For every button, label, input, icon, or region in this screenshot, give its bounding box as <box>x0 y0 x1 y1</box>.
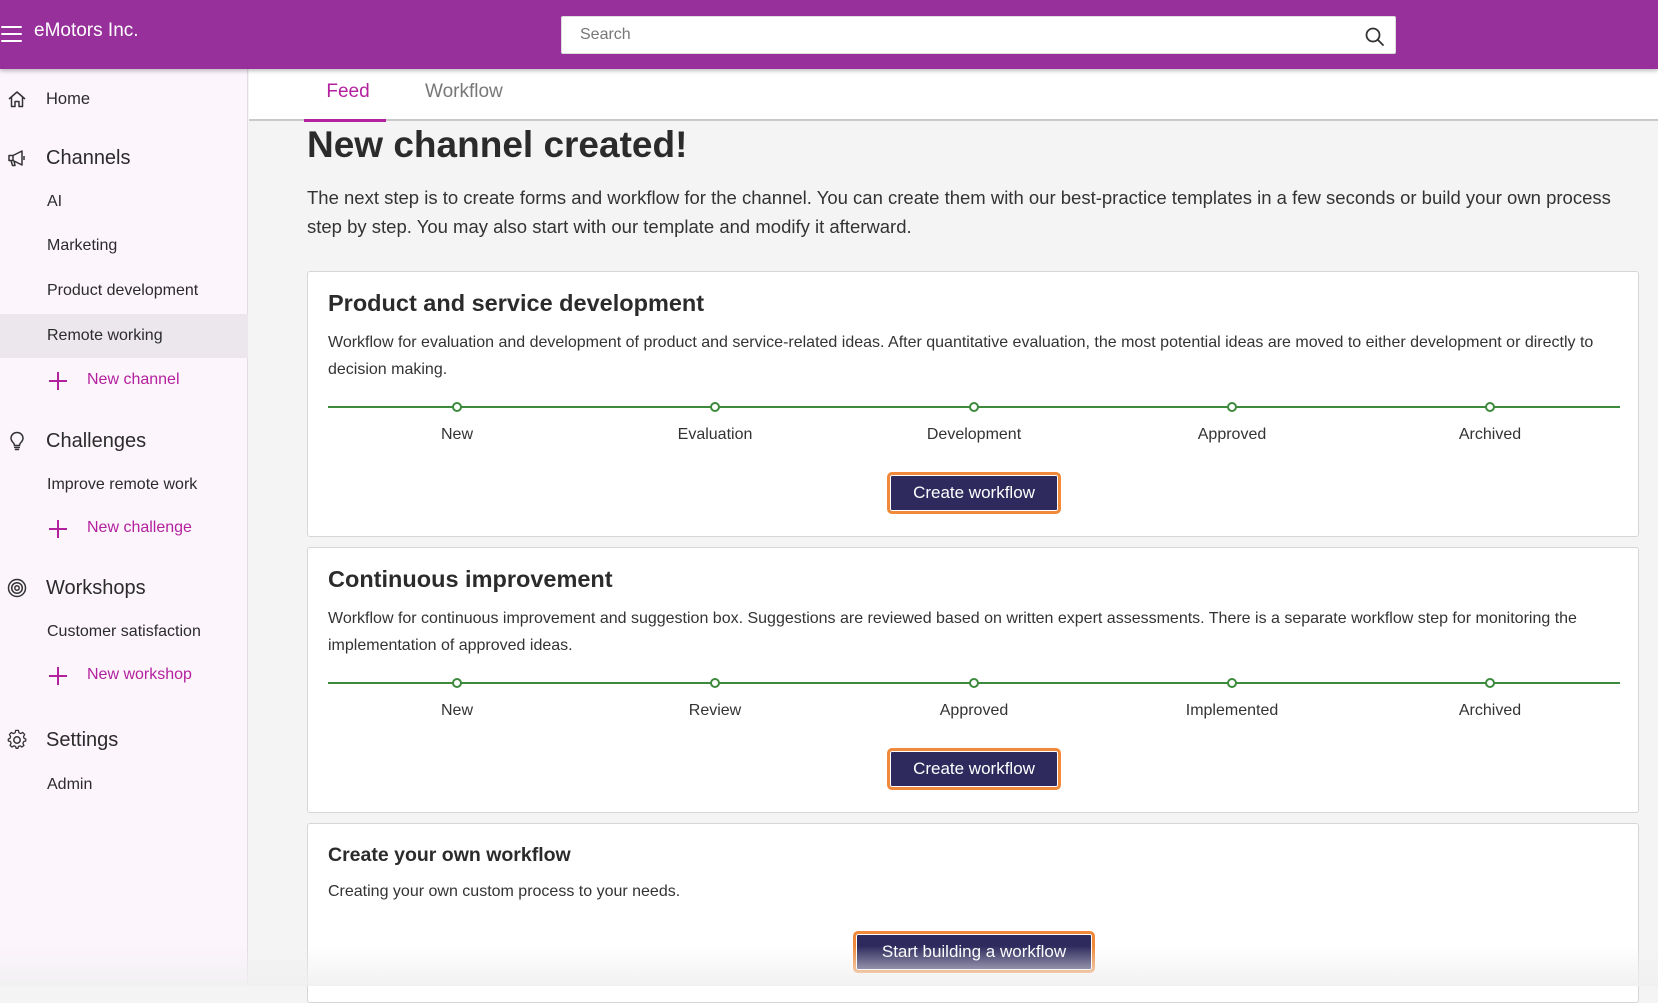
sidebar-item-improve-remote-work[interactable]: Improve remote work <box>0 463 248 507</box>
search-icon[interactable] <box>1364 26 1386 48</box>
plus-icon <box>48 371 68 391</box>
section-title: Settings <box>46 728 119 751</box>
card-title: Product and service development <box>328 290 705 316</box>
sidebar-item-home[interactable]: Home <box>0 79 248 119</box>
sidebar-item-label: Marketing <box>47 237 118 254</box>
sidebar-section-workshops[interactable]: Workshops <box>0 568 248 608</box>
workflow-timeline: New Review Approved Implemented Archived <box>328 678 1620 722</box>
sidebar-item-remote-working[interactable]: Remote working <box>0 314 248 358</box>
sidebar-item-label: Product development <box>47 282 199 299</box>
tab-bar: Feed Workflow <box>249 69 1658 122</box>
new-workshop-button[interactable]: New workshop <box>0 656 248 696</box>
create-workflow-button[interactable]: Create workflow <box>887 748 1061 790</box>
create-workflow-button[interactable]: Create workflow <box>887 472 1061 514</box>
new-channel-button[interactable]: New channel <box>0 361 248 401</box>
step-label: Implemented <box>1185 702 1279 719</box>
card-title: Continuous improvement <box>328 566 613 592</box>
sidebar-item-label: Improve remote work <box>47 476 198 493</box>
sidebar-item-customer-satisfaction[interactable]: Customer satisfaction <box>0 610 248 654</box>
plus-icon <box>48 666 68 686</box>
sidebar: Home Channels AI Marketing Product devel… <box>0 69 248 986</box>
step-dot <box>969 402 979 412</box>
step-label: Evaluation <box>677 426 753 443</box>
sidebar-section-channels[interactable]: Channels <box>0 138 248 178</box>
home-icon <box>8 91 26 108</box>
step-label: Review <box>688 702 742 719</box>
section-title: Channels <box>46 146 131 169</box>
step-dot <box>1485 678 1495 688</box>
section-title: Workshops <box>46 576 146 599</box>
tab-feed[interactable]: Feed <box>304 81 388 122</box>
intro-text: The next step is to create forms and wor… <box>307 187 1611 237</box>
workflow-template-card: Product and service development Workflow… <box>307 271 1639 537</box>
step-label: New <box>440 702 473 719</box>
gear-icon <box>7 729 27 749</box>
search-box <box>561 16 1396 54</box>
new-challenge-button[interactable]: New challenge <box>0 509 248 549</box>
new-challenge-label: New challenge <box>87 519 192 536</box>
step-dot <box>1227 402 1237 412</box>
workflow-template-card: Continuous improvement Workflow for cont… <box>307 547 1639 813</box>
search-input[interactable] <box>562 17 1342 53</box>
sidebar-item-label: Home <box>46 89 91 108</box>
card-description: Workflow for continuous improvement and … <box>328 610 1577 654</box>
sidebar-item-admin[interactable]: Admin <box>0 763 248 807</box>
step-label: Archived <box>1458 702 1522 719</box>
new-workshop-label: New workshop <box>87 666 192 683</box>
step-label: New <box>440 426 473 443</box>
step-dot <box>710 678 720 688</box>
step-dot <box>1227 678 1237 688</box>
sidebar-item-ai[interactable]: AI <box>0 180 248 224</box>
sidebar-item-label: Remote working <box>47 327 163 344</box>
hamburger-menu-icon[interactable] <box>0 24 24 44</box>
brand-name: eMotors Inc. <box>34 20 139 41</box>
sidebar-item-marketing[interactable]: Marketing <box>0 224 248 268</box>
card-description: Creating your own custom process to your… <box>328 883 681 900</box>
step-dot <box>969 678 979 688</box>
step-dot <box>710 402 720 412</box>
tab-workflow[interactable]: Workflow <box>425 81 503 103</box>
plus-icon <box>48 519 68 539</box>
step-dot <box>1485 402 1495 412</box>
card-description: Workflow for evaluation and development … <box>328 334 1594 378</box>
new-channel-label: New channel <box>87 371 180 388</box>
page-title: New channel created! <box>307 124 688 165</box>
target-icon <box>7 578 27 598</box>
section-title: Challenges <box>46 429 147 452</box>
card-title: Create your own workflow <box>328 844 571 866</box>
step-label: Development <box>926 426 1022 443</box>
lightbulb-icon <box>10 431 24 451</box>
step-label: Archived <box>1458 426 1522 443</box>
workflow-timeline: New Evaluation Development Approved Arch… <box>328 402 1620 446</box>
sidebar-item-product-development[interactable]: Product development <box>0 269 248 313</box>
start-building-workflow-button[interactable]: Start building a workflow <box>853 931 1095 973</box>
sidebar-item-label: Admin <box>47 776 93 793</box>
sidebar-item-label: Customer satisfaction <box>47 623 201 640</box>
sidebar-section-challenges[interactable]: Challenges <box>0 421 248 461</box>
step-dot <box>452 678 462 688</box>
step-label: Approved <box>939 702 1009 719</box>
step-label: Approved <box>1197 426 1267 443</box>
custom-workflow-card: Create your own workflow Creating your o… <box>307 823 1639 1003</box>
sidebar-item-label: AI <box>47 193 63 210</box>
sidebar-section-settings[interactable]: Settings <box>0 720 248 760</box>
step-dot <box>452 402 462 412</box>
megaphone-icon <box>8 150 25 167</box>
top-bar: eMotors Inc. <box>0 0 1658 69</box>
